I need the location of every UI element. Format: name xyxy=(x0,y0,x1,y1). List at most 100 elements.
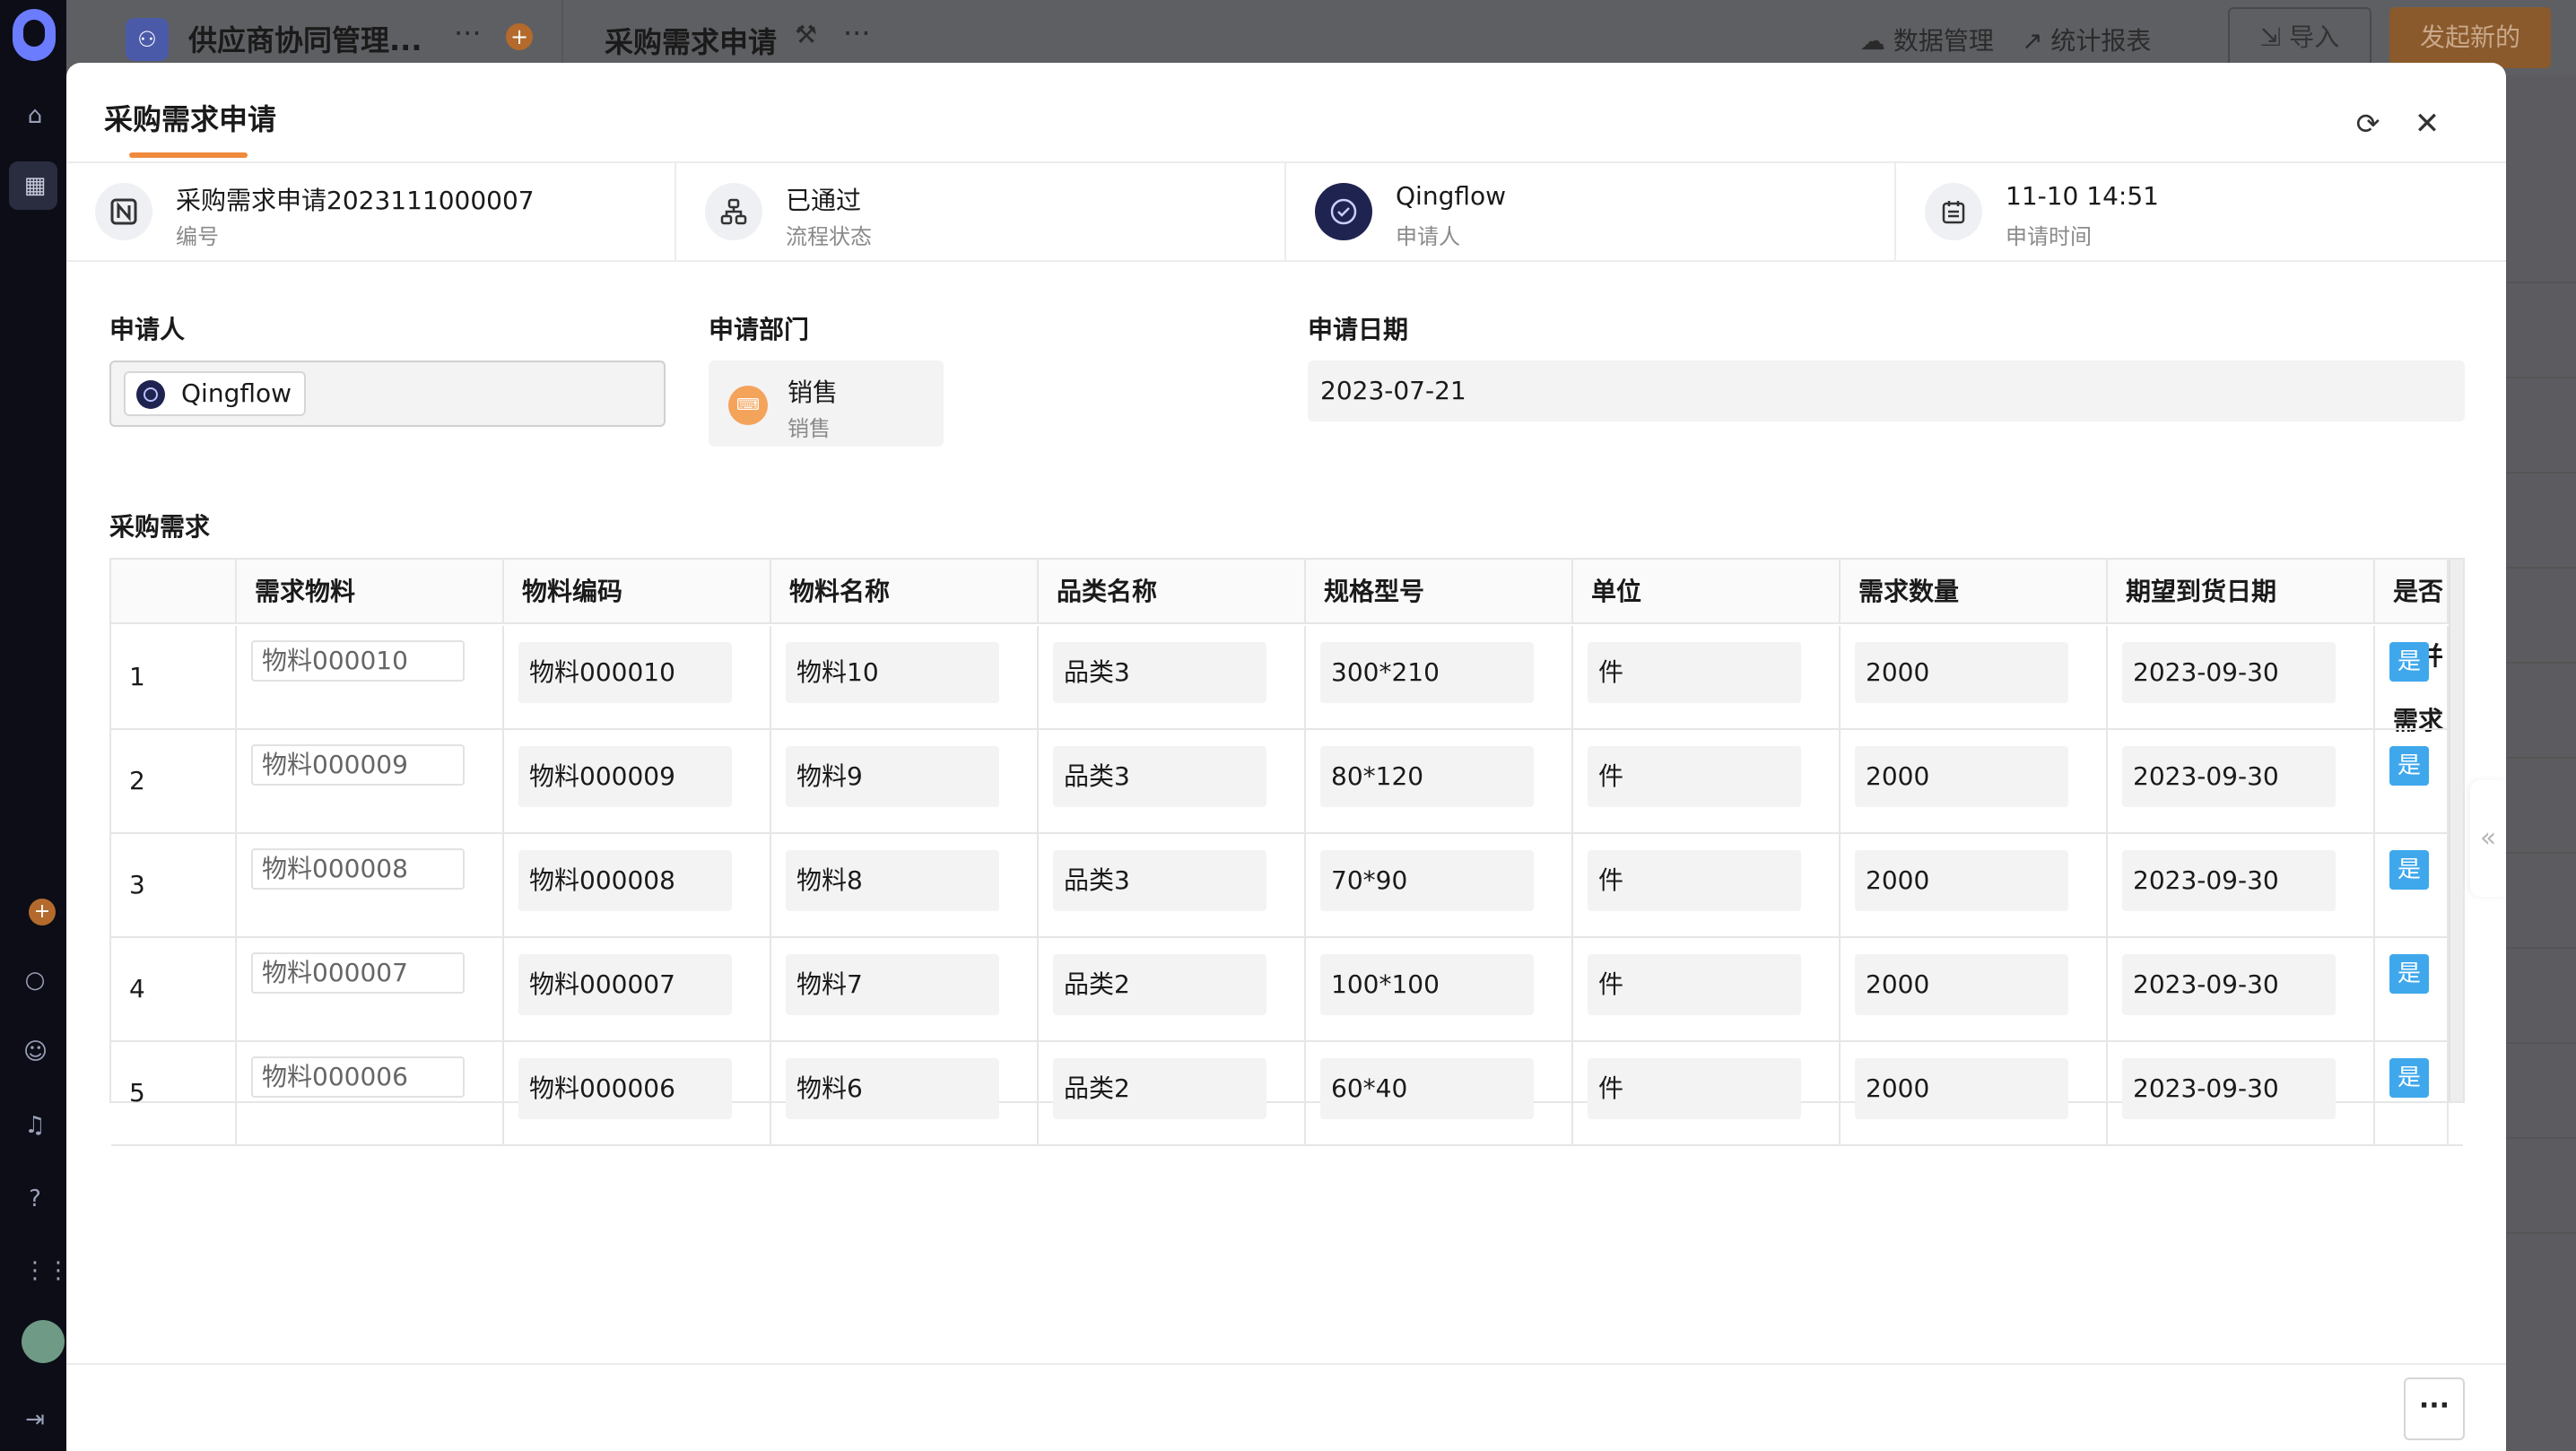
cell-merge-demand: 是 xyxy=(2375,834,2449,936)
material-name-value: 物料10 xyxy=(786,642,999,703)
table-row[interactable]: 3 物料000008 物料000008 物料8 品类3 70*90 件 2000 2023-09… xyxy=(111,834,2463,938)
apps-icon[interactable]: ▦ xyxy=(23,174,47,197)
table-row[interactable]: 2 物料000009 物料000009 物料9 品类3 80*120 件 2000 2023-0… xyxy=(111,730,2463,834)
cell-merge-demand: 是 xyxy=(2375,626,2449,728)
cell-spec-model: 70*90 xyxy=(1306,834,1573,936)
avatar xyxy=(136,380,165,409)
material-picker-input[interactable]: 物料000009 xyxy=(251,744,465,786)
collapse-panel-icon[interactable]: « xyxy=(2470,780,2506,897)
info-record-number: 采购需求申请2023111000007 编号 xyxy=(66,163,676,260)
date-field-label: 申请日期 xyxy=(1308,315,1409,344)
cell-index: 5 xyxy=(111,1042,237,1144)
unit-value: 件 xyxy=(1588,1058,1801,1119)
column-header-expected-arrival-date: 期望到货日期 xyxy=(2108,560,2375,624)
data-management-link[interactable]: ☁ 数据管理 xyxy=(1860,22,1994,57)
cell-material-name: 物料6 xyxy=(771,1042,1039,1144)
bell-icon[interactable]: ♫ xyxy=(23,1114,47,1137)
table-header: 需求物料物料编码物料名称品类名称规格型号单位需求数量期望到货日期是否合并需求 xyxy=(111,560,2463,735)
cell-unit: 件 xyxy=(1573,626,1841,728)
page-more-icon[interactable]: ··· xyxy=(843,16,871,50)
workflow-status-value: 已通过 xyxy=(786,186,862,215)
demand-quantity-value: 2000 xyxy=(1855,746,2068,807)
material-picker-input[interactable]: 物料000007 xyxy=(251,952,465,994)
table-row[interactable]: 4 物料000007 物料000007 物料7 品类2 100*100 件 2000 2023-… xyxy=(111,938,2463,1042)
cell-material-name: 物料7 xyxy=(771,938,1039,1040)
material-picker-input[interactable]: 物料000006 xyxy=(251,1056,465,1098)
more-actions-button[interactable]: ··· xyxy=(2404,1377,2465,1440)
home-icon[interactable]: ⌂ xyxy=(23,104,47,127)
page-title: 采购需求申请 xyxy=(605,25,778,59)
material-code-value: 物料000008 xyxy=(518,850,732,911)
cell-demand-quantity: 2000 xyxy=(1841,1042,2108,1144)
cell-demand-material: 物料000006 xyxy=(237,1042,504,1144)
cell-spec-model: 300*210 xyxy=(1306,626,1573,728)
column-header-index xyxy=(111,560,237,624)
cell-demand-material: 物料000009 xyxy=(237,730,504,832)
expected-arrival-date-value: 2023-09-30 xyxy=(2122,642,2336,703)
user-chip[interactable]: Qingflow xyxy=(124,371,307,416)
department-name: 销售 xyxy=(788,378,839,407)
cell-demand-quantity: 2000 xyxy=(1841,834,2108,936)
cell-demand-quantity: 2000 xyxy=(1841,730,2108,832)
cell-spec-model: 60*40 xyxy=(1306,1042,1573,1144)
applicant-field[interactable]: Qingflow xyxy=(109,361,666,427)
background-table xyxy=(2502,188,2576,1354)
close-icon[interactable]: ✕ xyxy=(2411,108,2443,140)
wrench-icon[interactable]: ⚒ xyxy=(795,20,817,49)
table-row[interactable]: 5 物料000006 物料000006 物料6 品类2 60*40 件 2000 2023-09… xyxy=(111,1042,2463,1146)
refresh-icon[interactable]: ⟳ xyxy=(2352,108,2384,140)
add-icon[interactable]: + xyxy=(506,23,533,50)
cell-expected-arrival-date: 2023-09-30 xyxy=(2108,938,2375,1040)
info-applicant: Qingflow 申请人 xyxy=(1286,163,1896,260)
cell-category-name: 品类2 xyxy=(1039,1042,1306,1144)
new-record-button[interactable]: 发起新的 xyxy=(2389,7,2551,68)
help-icon[interactable]: ? xyxy=(23,1187,47,1211)
info-apply-time: 11-10 14:51 申请时间 xyxy=(1896,163,2506,260)
user-chip-name: Qingflow xyxy=(181,378,292,408)
cell-category-name: 品类3 xyxy=(1039,626,1306,728)
spec-model-value: 70*90 xyxy=(1320,850,1534,911)
search-icon[interactable]: ○ xyxy=(23,969,47,992)
apply-time-value: 11-10 14:51 xyxy=(2006,181,2159,211)
user-avatar[interactable] xyxy=(22,1320,65,1363)
app-more-icon[interactable]: ··· xyxy=(454,16,482,50)
unit-value: 件 xyxy=(1588,746,1801,807)
cell-demand-quantity: 2000 xyxy=(1841,626,2108,728)
expand-sidebar-icon[interactable]: ⇥ xyxy=(23,1408,47,1431)
contacts-icon[interactable]: ☺ xyxy=(23,1040,48,1064)
category-name-value: 品类2 xyxy=(1053,1058,1266,1119)
import-button[interactable]: ⇲ 导入 xyxy=(2228,7,2371,68)
stats-report-link[interactable]: ↗ 统计报表 xyxy=(2022,22,2151,57)
column-header-material-code: 物料编码 xyxy=(504,560,771,624)
cell-material-code: 物料000007 xyxy=(504,938,771,1040)
add-app-icon[interactable]: + xyxy=(29,899,56,925)
material-picker-input[interactable]: 物料000010 xyxy=(251,640,465,682)
table-scrollbar[interactable] xyxy=(2449,560,2463,1101)
applicant-field-label: 申请人 xyxy=(109,315,186,344)
table-row[interactable]: 1 物料000010 物料000010 物料10 品类3 300*210 件 2000 2023… xyxy=(111,626,2463,730)
app-logo[interactable] xyxy=(13,9,56,61)
column-header-material-name: 物料名称 xyxy=(771,560,1039,624)
spec-model-value: 80*120 xyxy=(1320,746,1534,807)
grid-icon[interactable]: ⋮⋮ xyxy=(23,1259,70,1282)
cell-demand-material: 物料000008 xyxy=(237,834,504,936)
material-picker-input[interactable]: 物料000008 xyxy=(251,848,465,890)
department-path: 销售 xyxy=(788,416,831,441)
cell-material-code: 物料000010 xyxy=(504,626,771,728)
cell-merge-demand: 是 xyxy=(2375,1042,2449,1144)
apply-time-label: 申请时间 xyxy=(2006,224,2092,249)
column-header-demand-material: 需求物料 xyxy=(237,560,504,624)
department-icon: ⌨ xyxy=(728,386,768,425)
material-code-value: 物料000006 xyxy=(518,1058,732,1119)
material-code-value: 物料000010 xyxy=(518,642,732,703)
cell-material-code: 物料000009 xyxy=(504,730,771,832)
cell-material-code: 物料000008 xyxy=(504,834,771,936)
cell-material-code: 物料000006 xyxy=(504,1042,771,1144)
merge-yes-badge: 是 xyxy=(2389,954,2429,994)
record-detail-modal: 采购需求申请 ⟳ ✕ 采购需求申请2023111000007 编号 已通过 流程… xyxy=(66,63,2506,1451)
apply-date-field[interactable]: 2023-07-21 xyxy=(1308,361,2465,421)
department-field[interactable]: ⌨ 销售 销售 xyxy=(709,361,944,447)
app-name[interactable]: 供应商协同管理... xyxy=(188,18,422,59)
cell-material-name: 物料9 xyxy=(771,730,1039,832)
cell-unit: 件 xyxy=(1573,834,1841,936)
